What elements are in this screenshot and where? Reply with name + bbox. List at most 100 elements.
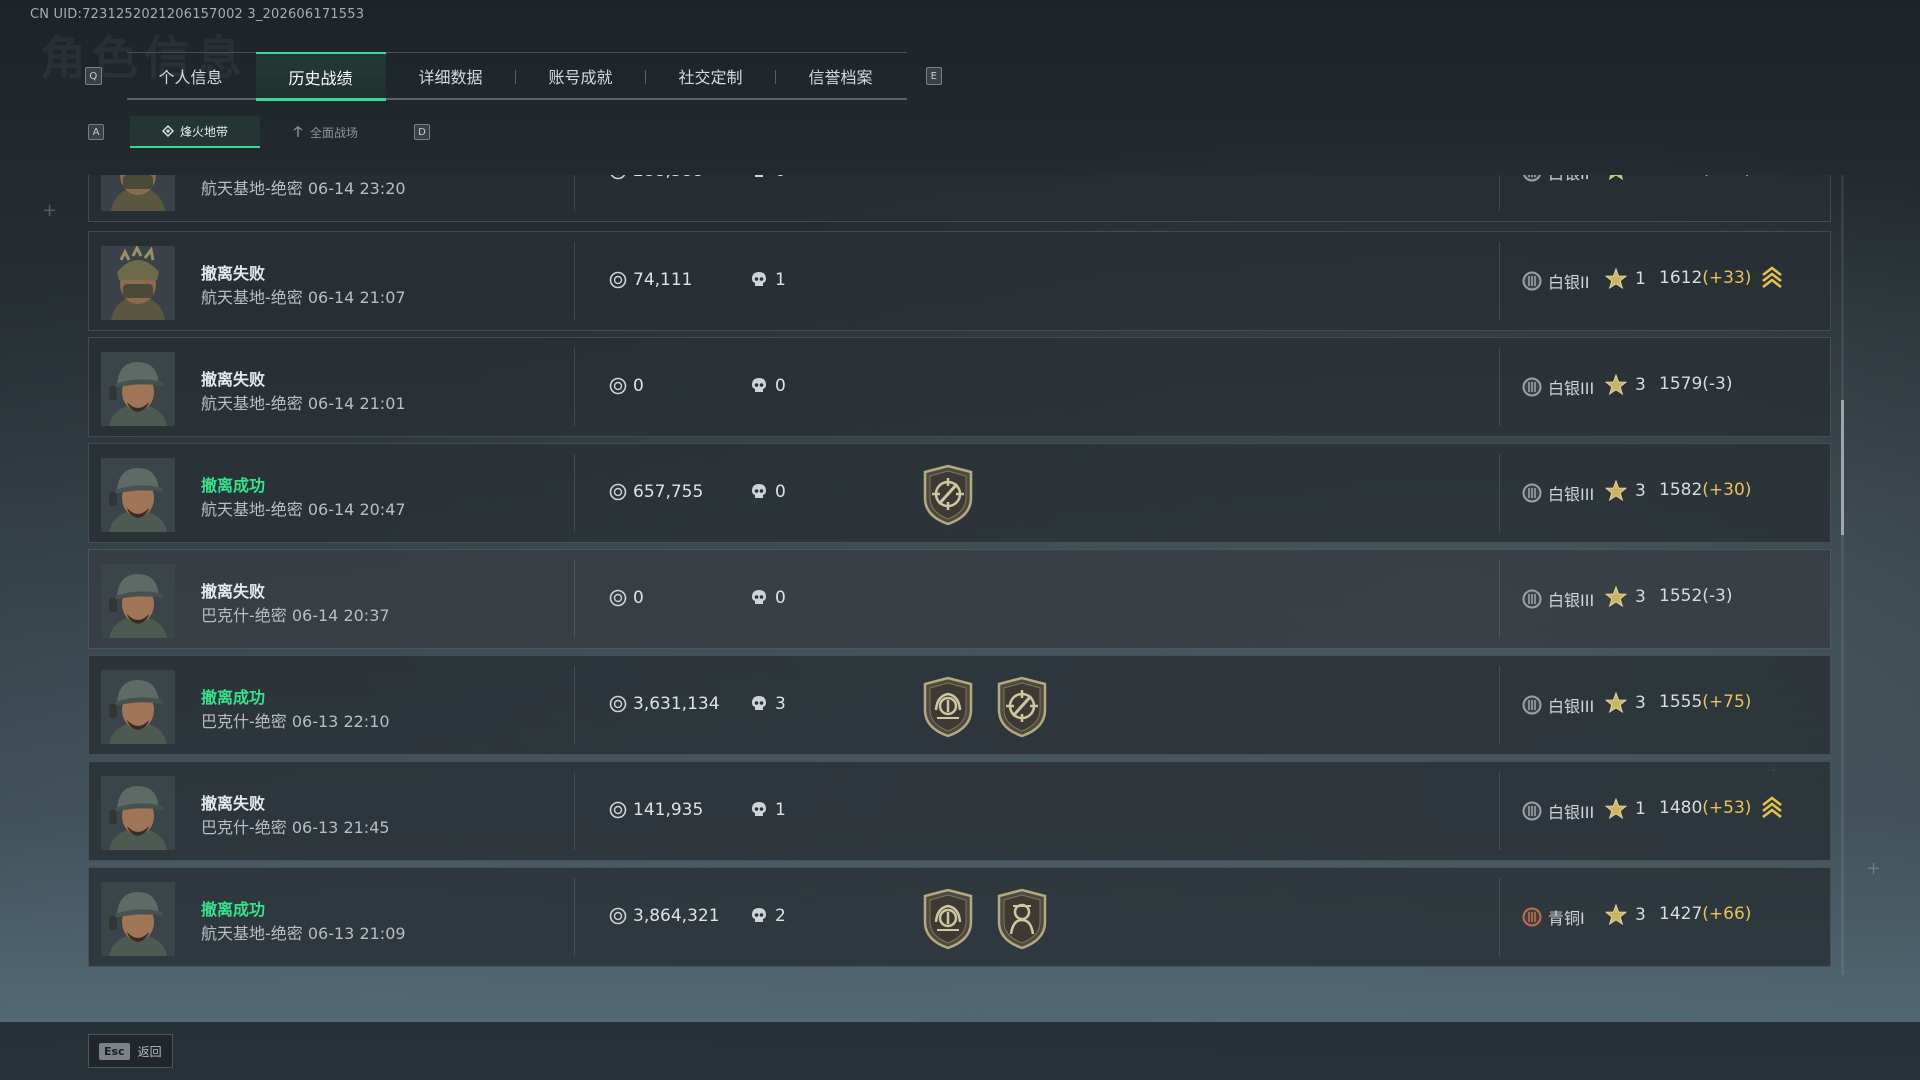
operator-avatar	[101, 882, 175, 956]
row-divider	[1499, 454, 1500, 532]
next-subtab-key[interactable]: D	[414, 124, 430, 140]
rank-tier: 白银III	[1522, 481, 1594, 505]
rank-score: 1582(+30)	[1659, 480, 1751, 500]
kill-count-text: 0	[775, 376, 786, 396]
rank-tier-text: 白银III	[1548, 485, 1595, 504]
star-icon	[1605, 175, 1627, 181]
extraction-status: 撤离失败	[201, 582, 266, 601]
tab-3[interactable]: 账号成就	[516, 52, 646, 100]
star-count: 1	[1635, 175, 1646, 180]
tab-4[interactable]: 社交定制	[646, 52, 776, 100]
row-divider	[1499, 175, 1500, 211]
rank-emblem-icon	[1522, 801, 1542, 821]
skull-icon	[751, 801, 767, 819]
loot-value: 74,111	[609, 270, 692, 290]
rank-emblem-icon	[1522, 175, 1542, 182]
star-icon	[1605, 904, 1627, 926]
loot-value: 288,388	[609, 175, 703, 181]
score-delta: (+30)	[1702, 480, 1752, 500]
coin-icon	[609, 907, 627, 925]
kill-count-text: 1	[775, 800, 786, 820]
tab-label: 账号成就	[548, 68, 613, 87]
rank-tier-text: 白银II	[1548, 273, 1590, 292]
match-row[interactable]: 航天基地-绝密 06-14 23:20 288,388 0 白银II 1 1628(+16…	[88, 175, 1831, 222]
loot-value: 3,864,321	[609, 906, 720, 926]
subtab-0[interactable]: 烽火地带	[130, 116, 260, 148]
star-icon	[1605, 480, 1627, 502]
map-and-time: 航天基地-绝密 06-14 23:20	[201, 179, 406, 198]
wreath-badge-icon[interactable]	[919, 888, 977, 950]
score-value: 1579	[1659, 374, 1703, 394]
tab-label: 个人信息	[158, 68, 223, 87]
loot-value-text: 3,631,134	[633, 694, 720, 714]
coin-icon	[609, 175, 627, 180]
back-button[interactable]: Esc 返回	[88, 1034, 173, 1068]
loot-value: 141,935	[609, 800, 703, 820]
kill-count-text: 2	[775, 906, 786, 926]
tab-2[interactable]: 详细数据	[386, 52, 516, 100]
row-divider	[574, 242, 575, 320]
star-icon	[1605, 374, 1627, 396]
back-label: 返回	[137, 1044, 162, 1059]
skull-icon	[751, 377, 767, 395]
skull-icon	[751, 175, 767, 180]
next-tab-key[interactable]: E	[925, 67, 942, 85]
prev-subtab-key[interactable]: A	[88, 124, 104, 140]
rank-tier-text: 白银III	[1548, 697, 1595, 716]
wreath-badge-icon[interactable]	[919, 676, 977, 738]
rank-tier-text: 白银III	[1548, 591, 1595, 610]
rank-emblem-icon	[1522, 589, 1542, 609]
match-row[interactable]: 撤离失败 航天基地-绝密 06-14 21:07 74,111 1 白银II 1 1612(…	[88, 231, 1831, 331]
match-row[interactable]: 撤离失败 巴克什-绝密 06-13 21:45 141,935 1 白银III 1 1480…	[88, 761, 1831, 861]
match-row[interactable]: 撤离成功 巴克什-绝密 06-13 22:10 3,631,134 3 白银III 3 15…	[88, 655, 1831, 755]
rank-stars: 3	[1605, 480, 1646, 502]
sub-tab-bar: A 烽火地带 全面战场 D	[88, 116, 430, 148]
star-count: 1	[1635, 269, 1646, 289]
match-row[interactable]: 撤离失败 巴克什-绝密 06-14 20:37 0 0 白银III 3 1552(-3)	[88, 549, 1831, 649]
crosshair-badge-icon[interactable]	[919, 464, 977, 526]
match-row[interactable]: 撤离失败 航天基地-绝密 06-14 21:01 0 0 白银III 3 1579(-3)	[88, 337, 1831, 437]
rank-emblem-icon	[1522, 377, 1542, 397]
tab-1[interactable]: 历史战绩	[255, 52, 386, 101]
score-value: 1582	[1659, 480, 1703, 500]
loot-value: 657,755	[609, 482, 703, 502]
map-and-time: 航天基地-绝密 06-13 21:09	[201, 924, 406, 943]
list-scrollbar[interactable]	[1841, 175, 1844, 975]
rank-tier: 白银III	[1522, 587, 1594, 611]
rank-tier: 白银III	[1522, 375, 1594, 399]
subtab-1[interactable]: 全面战场	[260, 116, 390, 148]
operator-avatar	[101, 244, 175, 320]
match-row[interactable]: 撤离成功 航天基地-绝密 06-13 21:09 3,864,321 2 青铜I 3 142…	[88, 867, 1831, 967]
match-row[interactable]: 撤离成功 航天基地-绝密 06-14 20:47 657,755 0 白银III 3 158…	[88, 443, 1831, 543]
soldier-badge-icon[interactable]	[993, 888, 1051, 950]
score-value: 1555	[1659, 692, 1703, 712]
tab-0[interactable]: 个人信息	[126, 52, 256, 100]
badge-list	[919, 464, 977, 526]
map-and-time: 巴克什-绝密 06-13 22:10	[201, 712, 390, 731]
rank-emblem-icon	[1522, 271, 1542, 291]
crosshair-badge-icon[interactable]	[993, 676, 1051, 738]
scrollbar-thumb[interactable]	[1841, 400, 1844, 535]
row-divider	[574, 560, 575, 638]
rank-score: 1579(-3)	[1659, 374, 1732, 394]
rank-score: 1612(+33)	[1659, 268, 1751, 288]
prev-tab-key[interactable]: Q	[85, 67, 102, 85]
skull-icon	[751, 271, 767, 289]
uid-text: CN UID:7231252021206157002 3_20260617155…	[30, 7, 365, 22]
star-icon	[1605, 586, 1627, 608]
match-history-list[interactable]: 航天基地-绝密 06-14 23:20 288,388 0 白银II 1 1628(+16…	[88, 175, 1831, 975]
subtab-list: 烽火地带 全面战场	[130, 116, 390, 148]
skull-icon	[751, 907, 767, 925]
coin-icon	[609, 801, 627, 819]
rank-score: 1480(+53)	[1659, 798, 1751, 818]
tab-5[interactable]: 信誉档案	[776, 52, 906, 100]
extraction-status: 撤离成功	[201, 688, 266, 707]
rank-score: 1555(+75)	[1659, 692, 1751, 712]
rank-tier-text: 青铜I	[1548, 909, 1585, 928]
operator-avatar	[101, 352, 175, 426]
footer-bar: Esc 返回	[0, 1022, 1920, 1080]
kill-count: 1	[751, 270, 786, 290]
tab-label: 历史战绩	[288, 69, 353, 88]
row-divider	[1499, 242, 1500, 320]
kill-count-text: 0	[775, 175, 786, 181]
